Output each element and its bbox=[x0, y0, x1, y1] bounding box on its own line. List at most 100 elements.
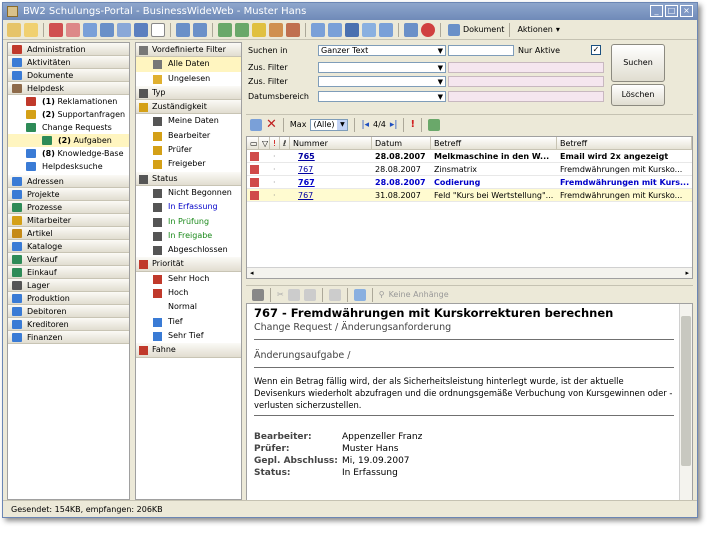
card-icon[interactable] bbox=[311, 22, 325, 37]
document-icon[interactable] bbox=[151, 22, 165, 37]
zus-filter-value-2[interactable] bbox=[448, 76, 604, 87]
person-icon[interactable] bbox=[269, 22, 283, 37]
col-priority-icon[interactable]: ! bbox=[270, 137, 280, 149]
table-row[interactable]: · 767 28.08.2007 Codierung Fremdwährungen mi… bbox=[247, 176, 692, 189]
mail-icon[interactable] bbox=[83, 22, 97, 37]
nav-item[interactable]: Lager bbox=[8, 279, 129, 292]
table-row[interactable]: · 767 28.08.2007 Zinsmatrix Fremdwährungen m… bbox=[247, 163, 692, 176]
nav-item[interactable]: Adressen bbox=[8, 175, 129, 188]
nav-item[interactable]: Prozesse bbox=[8, 201, 129, 214]
last-page-icon[interactable]: ▸| bbox=[390, 120, 398, 130]
nav-item[interactable]: Change Requests bbox=[8, 121, 129, 134]
nav-item[interactable]: (2) Supportanfragen bbox=[8, 108, 129, 121]
filter-group[interactable]: Zuständigkeit bbox=[136, 100, 241, 115]
col-filter-icon[interactable]: ▽ bbox=[259, 137, 270, 149]
filter-item[interactable]: Ungelesen bbox=[136, 72, 241, 86]
dokument-button[interactable]: Dokument bbox=[448, 23, 504, 36]
new-contact-icon[interactable] bbox=[235, 22, 249, 37]
maximize-button[interactable]: □ bbox=[665, 5, 678, 17]
filter-item[interactable]: Abgeschlossen bbox=[136, 243, 241, 257]
filter-item[interactable]: Sehr Tief bbox=[136, 329, 241, 343]
settings-icon[interactable] bbox=[404, 22, 418, 37]
globe-icon[interactable] bbox=[345, 22, 359, 37]
col-doc-icon[interactable]: ▭ bbox=[247, 137, 259, 149]
filter-item[interactable]: Tief bbox=[136, 315, 241, 329]
card-edit-icon[interactable] bbox=[328, 22, 342, 37]
filter-group[interactable]: Status bbox=[136, 171, 241, 186]
loeschen-button[interactable]: Löschen bbox=[611, 84, 665, 106]
group-icon[interactable] bbox=[286, 22, 300, 37]
filter-item[interactable]: Meine Daten bbox=[136, 114, 241, 128]
vertical-scrollbar[interactable] bbox=[679, 304, 692, 501]
nav-item[interactable]: Helpdesksuche bbox=[8, 160, 129, 173]
scroll-thumb[interactable] bbox=[681, 316, 691, 466]
new-person-icon[interactable] bbox=[218, 22, 232, 37]
filter-item[interactable]: Alle Daten bbox=[136, 57, 241, 72]
col-betreff-2[interactable]: Betreff bbox=[557, 137, 692, 149]
nav-item[interactable]: Debitoren bbox=[8, 305, 129, 318]
zus-filter-select-2[interactable]: ▼ bbox=[318, 76, 446, 87]
filter-item[interactable]: Sehr Hoch bbox=[136, 272, 241, 286]
minimize-button[interactable]: _ bbox=[650, 5, 663, 17]
filter-item[interactable]: Normal bbox=[136, 300, 241, 314]
nav-item[interactable]: Aktivitäten bbox=[8, 56, 129, 69]
col-attachment-icon[interactable]: ℓ bbox=[280, 137, 290, 149]
nav-item[interactable]: (1) Reklamationen bbox=[8, 95, 129, 108]
col-nummer[interactable]: Nummer bbox=[290, 137, 372, 149]
sun-icon[interactable] bbox=[24, 22, 38, 37]
attachments-label[interactable]: Keine Anhänge bbox=[389, 290, 449, 299]
nav-item[interactable]: Kataloge bbox=[8, 240, 129, 253]
filter-item[interactable]: In Freigabe bbox=[136, 229, 241, 243]
page-icon[interactable] bbox=[328, 288, 341, 301]
horizontal-scrollbar[interactable]: ◂ ▸ bbox=[247, 267, 692, 278]
filter-item[interactable]: Nicht Begonnen bbox=[136, 186, 241, 200]
scroll-left-icon[interactable]: ◂ bbox=[250, 269, 254, 277]
priority-icon[interactable]: ! bbox=[410, 119, 415, 130]
mark-icon[interactable] bbox=[252, 22, 266, 37]
scroll-right-icon[interactable]: ▸ bbox=[685, 269, 689, 277]
nav-item[interactable]: Dokumente bbox=[8, 69, 129, 82]
link-icon[interactable] bbox=[100, 22, 114, 37]
sync-icon[interactable] bbox=[193, 22, 207, 37]
task-icon[interactable] bbox=[49, 22, 63, 37]
datumsbereich-value[interactable] bbox=[448, 91, 604, 102]
picture-icon[interactable] bbox=[362, 22, 376, 37]
close-button[interactable]: × bbox=[680, 5, 693, 17]
nav-item[interactable]: Projekte bbox=[8, 188, 129, 201]
filter-item[interactable]: Bearbeiter bbox=[136, 129, 241, 143]
suchen-in-select[interactable]: Ganzer Text ▼ bbox=[318, 45, 446, 56]
col-datum[interactable]: Datum bbox=[372, 137, 431, 149]
nav-item[interactable]: Administration bbox=[8, 43, 129, 56]
filter-item[interactable]: In Erfassung bbox=[136, 200, 241, 214]
first-page-icon[interactable]: |◂ bbox=[361, 120, 369, 130]
nur-aktive-checkbox[interactable]: ✓ bbox=[591, 45, 601, 55]
table-row[interactable]: · 767 31.08.2007 Feld "Kurs bei Wertstellun… bbox=[247, 189, 692, 202]
zus-filter-value-1[interactable] bbox=[448, 62, 604, 73]
datumsbereich-select[interactable]: ▼ bbox=[318, 91, 446, 102]
aktionen-menu[interactable]: Aktionen ▾ bbox=[517, 25, 559, 34]
paste-icon[interactable] bbox=[303, 288, 316, 301]
search-text-input[interactable] bbox=[448, 45, 514, 56]
stop-icon[interactable] bbox=[421, 22, 435, 37]
nav-item[interactable]: Verkauf bbox=[8, 253, 129, 266]
edit-icon[interactable] bbox=[250, 118, 262, 131]
filter-item[interactable]: Hoch bbox=[136, 286, 241, 300]
tools-icon[interactable] bbox=[7, 22, 21, 37]
zus-filter-select-1[interactable]: ▼ bbox=[318, 62, 446, 73]
filter-item[interactable]: In Prüfung bbox=[136, 215, 241, 229]
table-icon[interactable] bbox=[134, 22, 148, 37]
suchen-button[interactable]: Suchen bbox=[611, 44, 665, 82]
edit-detail-icon[interactable] bbox=[353, 288, 366, 301]
note-icon[interactable] bbox=[66, 22, 80, 37]
refresh-icon[interactable] bbox=[176, 22, 190, 37]
export-icon[interactable] bbox=[379, 22, 393, 37]
filter-group[interactable]: Priorität bbox=[136, 257, 241, 272]
nav-item[interactable]: Artikel bbox=[8, 227, 129, 240]
table-row[interactable]: · 765 28.08.2007 Melkmaschine in den W... Em… bbox=[247, 150, 692, 163]
filter-group[interactable]: Fahne bbox=[136, 343, 241, 358]
filter-group[interactable]: Vordefinierte Filter bbox=[136, 43, 241, 58]
print-icon[interactable] bbox=[252, 288, 264, 301]
export-list-icon[interactable] bbox=[428, 118, 441, 131]
nav-item[interactable]: Mitarbeiter bbox=[8, 214, 129, 227]
delete-icon[interactable]: ✕ bbox=[266, 117, 277, 132]
